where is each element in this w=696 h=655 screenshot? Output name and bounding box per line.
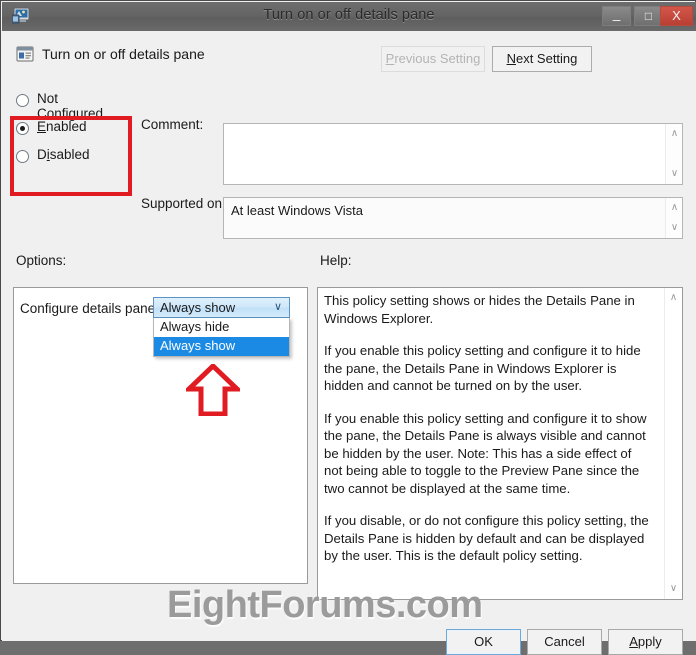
radio-label-enabled: Enabled bbox=[37, 119, 87, 134]
minimize-icon: – bbox=[612, 11, 621, 27]
close-button[interactable]: X bbox=[660, 6, 693, 26]
window-title: Turn on or off details pane bbox=[263, 7, 435, 23]
dropdown-selected-value: Always show bbox=[160, 300, 236, 315]
scroll-up-icon[interactable]: ∧ bbox=[666, 126, 683, 142]
help-paragraph: If you enable this policy setting and co… bbox=[324, 410, 647, 496]
help-scrollbar[interactable]: ∧ ∨ bbox=[664, 288, 682, 599]
policy-editor-icon bbox=[11, 7, 31, 24]
previous-setting-label: Previous Setting bbox=[385, 51, 481, 66]
previous-setting-button[interactable]: Previous Setting bbox=[381, 46, 485, 72]
maximize-icon: □ bbox=[644, 9, 653, 23]
ok-button[interactable]: OK bbox=[446, 629, 521, 655]
supported-on-field: At least Windows Vista ∧ ∨ bbox=[223, 197, 683, 239]
dropdown-item-always-show[interactable]: Always show bbox=[154, 337, 289, 356]
dialog-body: Turn on or off details pane Previous Set… bbox=[2, 31, 696, 655]
comment-scrollbar[interactable]: ∧ ∨ bbox=[665, 124, 682, 184]
radio-icon-enabled bbox=[16, 122, 29, 135]
radio-label-disabled: Disabled bbox=[37, 147, 90, 162]
cancel-button-label: Cancel bbox=[544, 634, 585, 649]
comment-input[interactable]: ∧ ∨ bbox=[223, 123, 683, 185]
supported-on-value: At least Windows Vista bbox=[231, 203, 363, 218]
setting-title: Turn on or off details pane bbox=[42, 46, 205, 62]
configure-details-pane-dropdown[interactable]: Always show ∨ bbox=[153, 297, 290, 318]
scroll-down-icon[interactable]: ∨ bbox=[665, 581, 682, 597]
policy-setting-icon bbox=[16, 45, 34, 63]
maximize-button[interactable]: □ bbox=[634, 6, 663, 26]
next-setting-label: Next Setting bbox=[506, 51, 578, 66]
scroll-down-icon[interactable]: ∨ bbox=[666, 220, 683, 236]
supported-on-label: Supported on: bbox=[141, 196, 226, 211]
ok-button-label: OK bbox=[474, 634, 493, 649]
help-paragraph: If you disable, or do not configure this… bbox=[324, 513, 649, 563]
radio-label-not-configured: Not Configured bbox=[37, 91, 104, 121]
apply-button-label: Apply bbox=[629, 634, 662, 649]
options-panel: Configure details pane Always show ∨ Alw… bbox=[13, 287, 308, 584]
help-text: This policy setting shows or hides the D… bbox=[324, 292, 651, 580]
help-paragraph: If you enable this policy setting and co… bbox=[324, 343, 641, 393]
minimize-button[interactable]: – bbox=[602, 6, 631, 27]
configure-details-pane-label: Configure details pane bbox=[20, 301, 156, 316]
radio-icon-disabled bbox=[16, 150, 29, 163]
policy-setting-dialog: Turn on or off details pane – □ X Turn o… bbox=[0, 0, 696, 655]
scroll-down-icon[interactable]: ∨ bbox=[666, 166, 683, 182]
chevron-down-icon: ∨ bbox=[273, 301, 282, 313]
help-paragraph: This policy setting shows or hides the D… bbox=[324, 293, 635, 326]
next-setting-button[interactable]: Next Setting bbox=[492, 46, 592, 72]
red-up-arrow-annotation-icon bbox=[182, 362, 244, 417]
apply-button[interactable]: Apply bbox=[608, 629, 683, 655]
dropdown-option-list[interactable]: Always hide Always show bbox=[153, 318, 290, 357]
scroll-up-icon[interactable]: ∧ bbox=[666, 200, 683, 216]
scroll-up-icon[interactable]: ∧ bbox=[665, 290, 682, 306]
cancel-button[interactable]: Cancel bbox=[527, 629, 602, 655]
help-section-label: Help: bbox=[320, 253, 352, 268]
supported-on-scrollbar[interactable]: ∧ ∨ bbox=[665, 198, 682, 238]
close-icon: X bbox=[672, 8, 681, 23]
title-bar: Turn on or off details pane – □ X bbox=[2, 2, 696, 31]
options-section-label: Options: bbox=[16, 253, 67, 268]
dropdown-item-always-hide[interactable]: Always hide bbox=[154, 318, 289, 337]
comment-label: Comment: bbox=[141, 117, 204, 132]
help-panel: This policy setting shows or hides the D… bbox=[317, 287, 683, 600]
radio-icon-not-configured bbox=[16, 94, 29, 107]
